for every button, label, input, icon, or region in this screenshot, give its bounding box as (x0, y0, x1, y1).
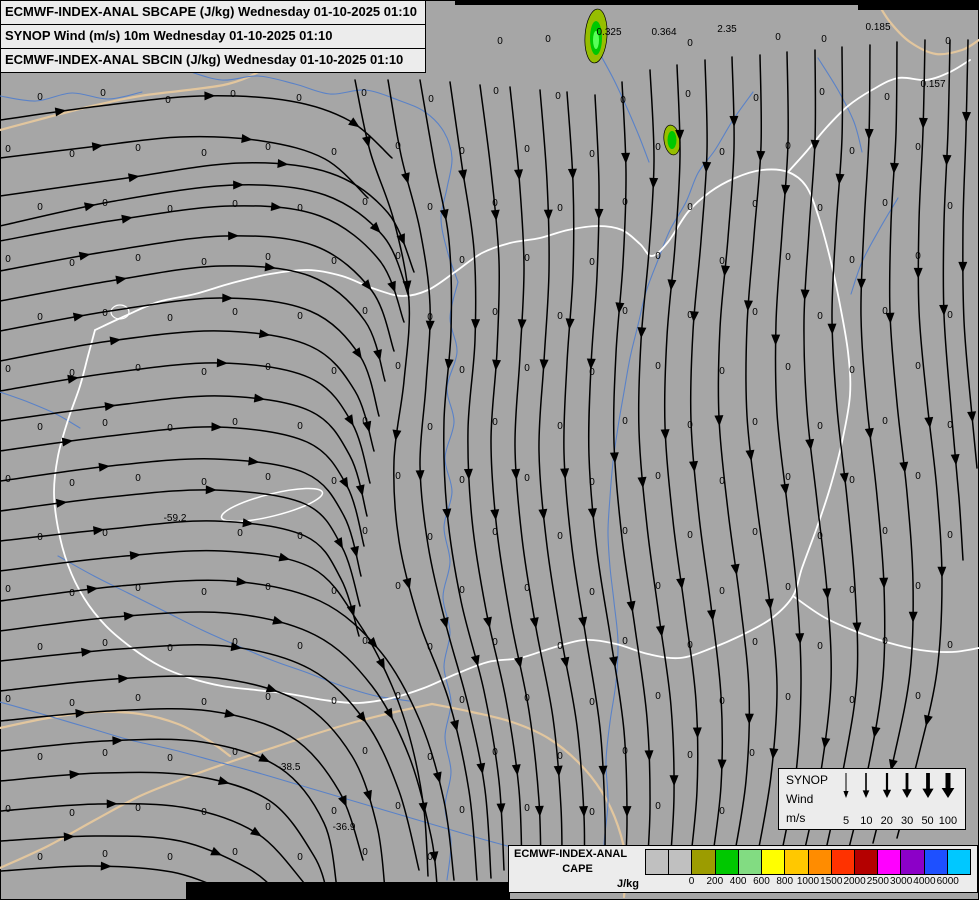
map-mask-bottom (186, 882, 510, 900)
wind-speed-value: 50 (918, 815, 938, 827)
colorbar-cells (645, 849, 971, 875)
colorbar-tick: 600 (753, 876, 770, 887)
wind-speed-value: 10 (856, 815, 876, 827)
title-line-wind: SYNOP Wind (m/s) 10m Wednesday 01-10-202… (1, 24, 425, 48)
colorbar-cell (809, 850, 832, 874)
colorbar-title: ECMWF-INDEX-ANAL (514, 848, 641, 860)
cape-spots (583, 8, 682, 156)
down-arrow-icon (918, 772, 938, 800)
wind-legend: SYNOP Wind m/s 510203050100 (778, 768, 966, 830)
wind-speed-value: 5 (836, 815, 856, 827)
wind-legend-scale: 510203050100 (834, 769, 965, 829)
colorbar-cell (669, 850, 692, 874)
colorbar-cell (716, 850, 739, 874)
colorbar-cell (925, 850, 948, 874)
colorbar-cell (785, 850, 808, 874)
colorbar-cell (692, 850, 715, 874)
colorbar-cell (948, 850, 970, 874)
title-bar: ECMWF-INDEX-ANAL SBCAPE (J/kg) Wednesday… (0, 0, 426, 73)
colorbar-tick: 800 (776, 876, 793, 887)
wind-speed-value: 20 (877, 815, 897, 827)
colorbar-cell (832, 850, 855, 874)
wind-legend-labels: SYNOP Wind m/s (779, 769, 834, 829)
wind-legend-unit: m/s (786, 811, 834, 825)
weather-map: 0000000000000000000000000000000000000000… (0, 0, 979, 900)
colorbar-cell (762, 850, 785, 874)
wind-arrow-icons (836, 772, 958, 800)
colorbar-tick: 400 (730, 876, 747, 887)
down-arrow-icon (897, 772, 917, 800)
down-arrow-icon (856, 772, 876, 800)
colorbar-cell (739, 850, 762, 874)
colorbar-tick: 0 (689, 876, 695, 887)
colorbar-scale: 0 200 400 600 800 100015002000250030004000600… (645, 846, 977, 892)
down-arrow-icon (836, 772, 856, 800)
colorbar-label-block: ECMWF-INDEX-ANAL CAPE J/kg (509, 846, 645, 892)
wind-speed-labels: 510203050100 (836, 815, 958, 827)
colorbar-cell (855, 850, 878, 874)
colorbar-tick: 2000 (843, 876, 865, 887)
map-graphics (0, 0, 979, 900)
colorbar-unit: J/kg (514, 878, 641, 890)
colorbar-tick: 1000 (797, 876, 819, 887)
country-borders (54, 60, 979, 703)
colorbar-tick: 200 (707, 876, 724, 887)
colorbar-tick: 6000 (937, 876, 959, 887)
wind-speed-value: 100 (938, 815, 958, 827)
colorbar-cell (878, 850, 901, 874)
coastline-borders (0, 0, 979, 897)
colorbar-tick: 2500 (867, 876, 889, 887)
colorbar-tick: 3000 (890, 876, 912, 887)
wind-speed-value: 30 (897, 815, 917, 827)
colorbar-cell (646, 850, 669, 874)
wind-legend-title: SYNOP (786, 773, 834, 787)
colorbar-ticks: 0 200 400 600 800 100015002000250030004000600… (645, 875, 971, 888)
title-line-sbcin: ECMWF-INDEX-ANAL SBCIN (J/kg) Wednesday … (1, 48, 425, 72)
down-arrow-icon (938, 772, 958, 800)
colorbar-tick: 4000 (913, 876, 935, 887)
colorbar-parameter: CAPE (514, 863, 641, 875)
wind-legend-subtitle: Wind (786, 792, 834, 806)
map-frame-top-right (858, 0, 979, 10)
title-line-sbcape: ECMWF-INDEX-ANAL SBCAPE (J/kg) Wednesday… (1, 1, 425, 24)
colorbar-cell (901, 850, 924, 874)
colorbar-tick: 1500 (820, 876, 842, 887)
cape-colorbar: ECMWF-INDEX-ANAL CAPE J/kg 0 200 400 600 800… (508, 845, 978, 893)
down-arrow-icon (877, 772, 897, 800)
